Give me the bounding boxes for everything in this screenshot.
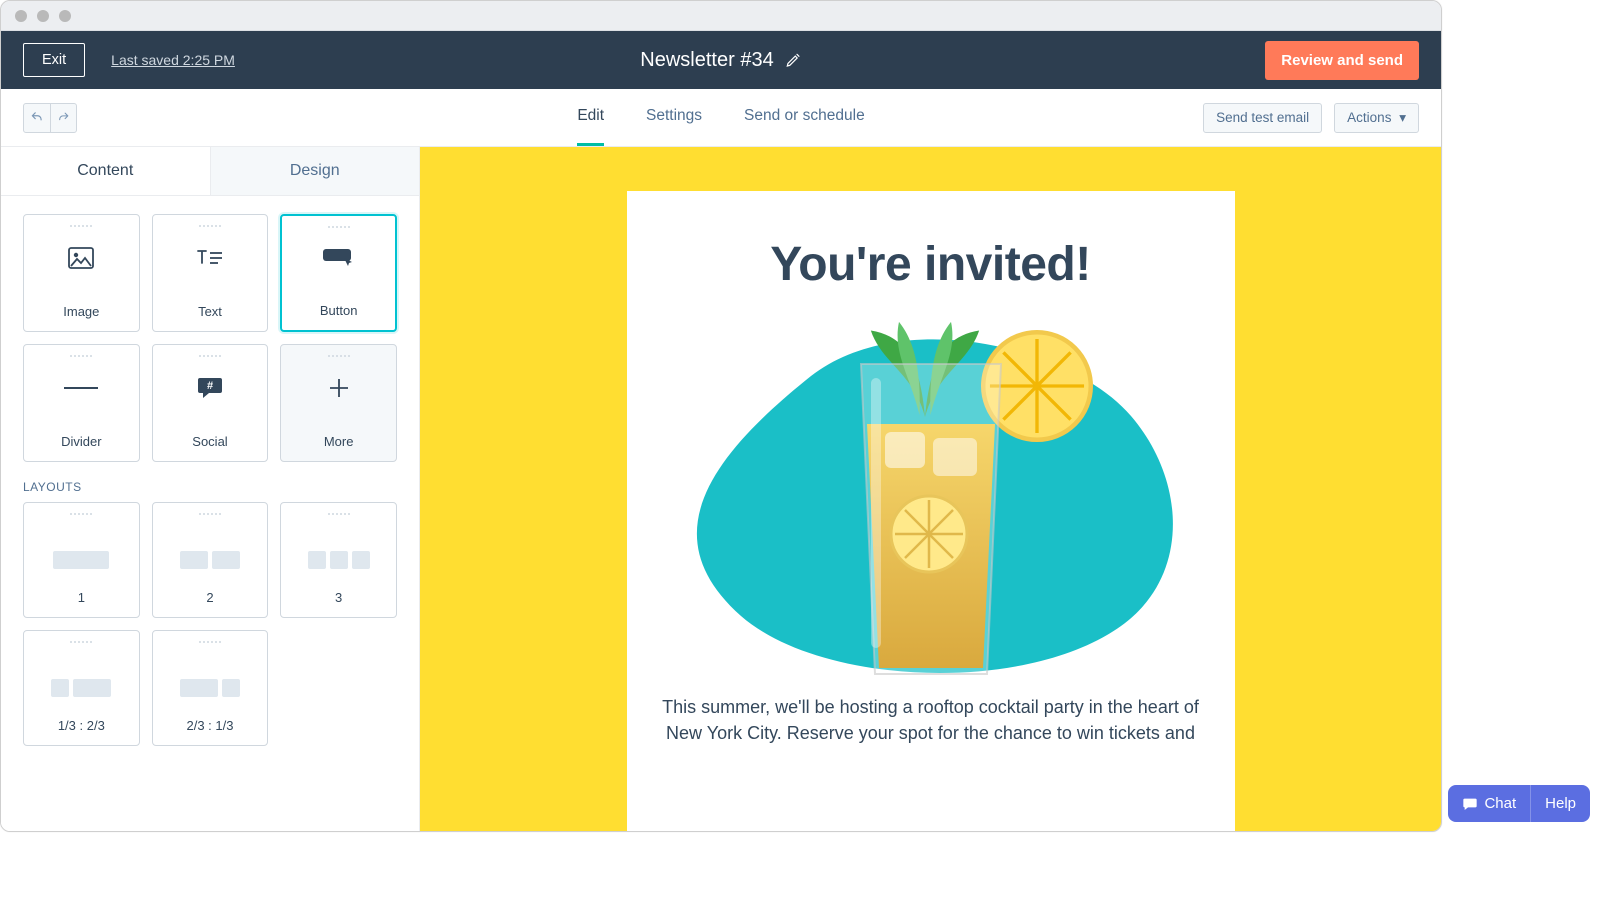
- send-test-email-button[interactable]: Send test email: [1203, 103, 1322, 133]
- actions-menu-button[interactable]: Actions ▾: [1334, 103, 1419, 133]
- chat-button[interactable]: Chat: [1448, 785, 1530, 822]
- layout-2[interactable]: 2: [152, 502, 269, 618]
- email-hero-image[interactable]: [671, 316, 1191, 684]
- layout-preview: [180, 551, 240, 569]
- editor-tabs: Edit Settings Send or schedule Send test…: [1, 89, 1441, 147]
- layouts-section-label: LAYOUTS: [23, 480, 397, 494]
- block-label: Divider: [61, 434, 101, 449]
- block-plus[interactable]: More: [280, 344, 397, 462]
- block-label: Social: [192, 434, 227, 449]
- last-saved[interactable]: Last saved 2:25 PM: [111, 52, 235, 68]
- layout-preview: [51, 679, 111, 697]
- minimize-dot[interactable]: [37, 10, 49, 22]
- block-label: More: [324, 434, 354, 449]
- layout-label: 3: [335, 590, 342, 605]
- layout-label: 1: [78, 590, 85, 605]
- help-label: Help: [1545, 795, 1576, 812]
- block-label: Image: [63, 304, 99, 319]
- document-title: Newsletter #34: [640, 49, 773, 72]
- plus-icon: [328, 371, 350, 405]
- chevron-down-icon: ▾: [1399, 110, 1406, 125]
- chat-icon: [1462, 796, 1478, 812]
- layout-preview: [308, 551, 370, 569]
- email-body-container[interactable]: You're invited!: [627, 191, 1235, 831]
- sidebar: Content Design Image Text Button Divider # So…: [1, 147, 420, 831]
- actions-menu-label: Actions: [1347, 110, 1391, 125]
- divider-icon: [64, 371, 98, 405]
- close-dot[interactable]: [15, 10, 27, 22]
- app-header: Exit Last saved 2:25 PM Newsletter #34 R…: [1, 31, 1441, 89]
- svg-text:#: #: [207, 380, 213, 392]
- block-social[interactable]: # Social: [152, 344, 269, 462]
- block-image[interactable]: Image: [23, 214, 140, 332]
- window-controls: [15, 10, 71, 22]
- layout-1[interactable]: 1: [23, 502, 140, 618]
- chat-label: Chat: [1484, 795, 1516, 812]
- layout-label: 2/3 : 1/3: [187, 718, 234, 733]
- undo-button[interactable]: [24, 104, 50, 132]
- email-hero-title: You're invited!: [649, 237, 1213, 292]
- undo-redo-group: [23, 103, 77, 133]
- redo-button[interactable]: [50, 104, 76, 132]
- window-titlebar: [1, 1, 1441, 31]
- social-icon: #: [197, 371, 223, 405]
- tab-send-schedule[interactable]: Send or schedule: [744, 89, 865, 146]
- layout-preview: [53, 551, 109, 569]
- app-window: Exit Last saved 2:25 PM Newsletter #34 R…: [0, 0, 1442, 832]
- block-label: Button: [320, 303, 358, 318]
- help-widget: Chat Help: [1448, 785, 1590, 822]
- layout-label: 1/3 : 2/3: [58, 718, 105, 733]
- block-text[interactable]: Text: [152, 214, 269, 332]
- help-button[interactable]: Help: [1530, 785, 1590, 822]
- email-canvas[interactable]: You're invited!: [420, 147, 1441, 831]
- edit-title-icon[interactable]: [786, 52, 802, 68]
- review-send-button[interactable]: Review and send: [1265, 41, 1419, 80]
- layout-preview: [180, 679, 240, 697]
- zoom-dot[interactable]: [59, 10, 71, 22]
- sidebar-tab-content[interactable]: Content: [1, 147, 210, 195]
- block-label: Text: [198, 304, 222, 319]
- exit-button[interactable]: Exit: [23, 43, 85, 77]
- button-icon: [322, 242, 356, 276]
- block-button[interactable]: Button: [280, 214, 397, 332]
- image-icon: [68, 241, 94, 275]
- email-body-text: This summer, we'll be hosting a rooftop …: [651, 694, 1211, 746]
- block-divider[interactable]: Divider: [23, 344, 140, 462]
- text-icon: [196, 241, 224, 275]
- tab-settings[interactable]: Settings: [646, 89, 702, 146]
- layout-3[interactable]: 3: [280, 502, 397, 618]
- layout-1-3---2-3[interactable]: 1/3 : 2/3: [23, 630, 140, 746]
- sidebar-tab-design[interactable]: Design: [210, 147, 420, 195]
- cocktail-glass-icon: [831, 354, 1031, 684]
- layout-2-3---1-3[interactable]: 2/3 : 1/3: [152, 630, 269, 746]
- tab-edit[interactable]: Edit: [577, 89, 604, 146]
- layout-label: 2: [206, 590, 213, 605]
